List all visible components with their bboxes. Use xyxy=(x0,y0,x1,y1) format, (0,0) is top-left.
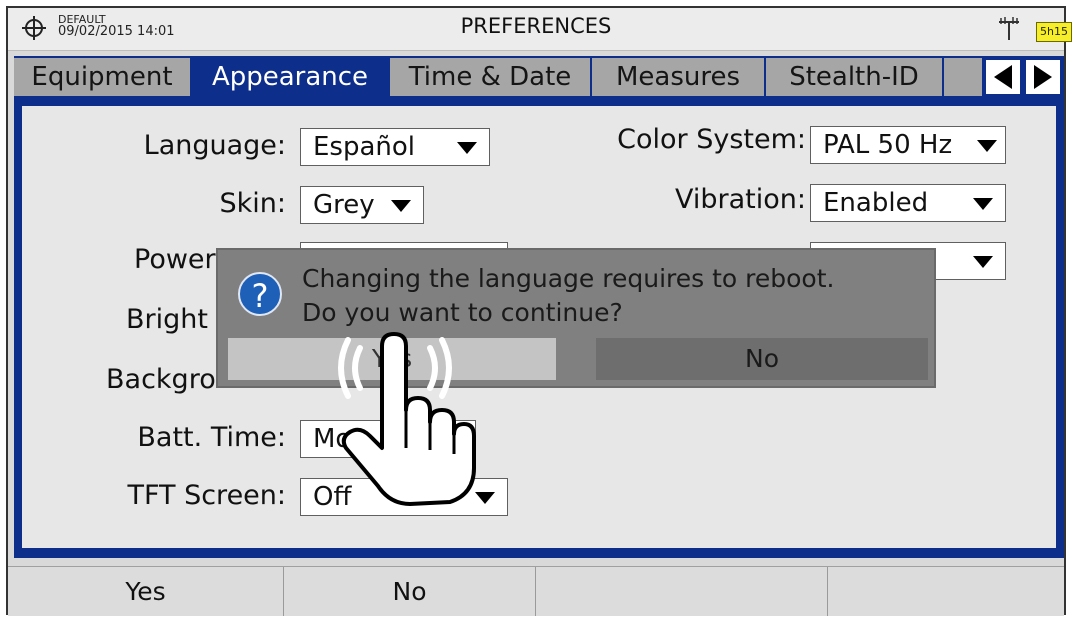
chevron-down-icon xyxy=(457,142,477,154)
page-title: PREFERENCES xyxy=(460,14,612,38)
chevron-down-icon xyxy=(977,140,997,152)
language-value: Español xyxy=(313,132,416,162)
language-label: Language: xyxy=(143,130,286,161)
color-system-select[interactable]: PAL 50 Hz xyxy=(810,126,1006,164)
battery-indicator: 5h15 xyxy=(1036,22,1072,42)
tab-spacer xyxy=(944,58,984,96)
tab-measures[interactable]: Measures xyxy=(592,58,766,96)
antenna-icon xyxy=(999,17,1019,40)
tab-stealth-id[interactable]: Stealth-ID xyxy=(766,58,944,96)
chevron-down-icon xyxy=(391,200,411,212)
brightness-label: Bright xyxy=(126,304,208,335)
tft-screen-label: TFT Screen: xyxy=(127,480,286,511)
chevron-down-icon xyxy=(973,198,993,210)
background-label: Backgro xyxy=(106,364,216,395)
tab-scroll-left-button[interactable] xyxy=(984,58,1022,96)
softkey-no[interactable]: No xyxy=(284,567,536,616)
color-system-label: Color System: xyxy=(617,124,806,155)
question-icon: ? xyxy=(238,272,282,316)
tab-time-date[interactable]: Time & Date xyxy=(390,58,592,96)
color-system-value: PAL 50 Hz xyxy=(823,130,953,160)
softkey-yes[interactable]: Yes xyxy=(8,567,284,616)
softkey-bar: Yes No xyxy=(8,566,1064,616)
vibration-select[interactable]: Enabled xyxy=(810,184,1006,222)
chevron-down-icon xyxy=(973,256,993,268)
skin-label: Skin: xyxy=(219,188,287,219)
language-select[interactable]: Español xyxy=(300,128,490,166)
vibration-label: Vibration: xyxy=(675,184,806,215)
touch-hand-icon xyxy=(338,332,476,506)
tab-equipment[interactable]: Equipment xyxy=(14,58,192,96)
skin-select[interactable]: Grey xyxy=(300,186,424,224)
softkey-4[interactable] xyxy=(828,567,1064,616)
dialog-no-button[interactable]: No xyxy=(596,338,928,380)
tab-bar: Equipment Appearance Time & Date Measure… xyxy=(14,56,1064,98)
softkey-3[interactable] xyxy=(536,567,828,616)
header-bar: DEFAULT 09/02/2015 14:01 PREFERENCES 5h1… xyxy=(8,8,1072,51)
power-off-label: Power xyxy=(134,244,216,275)
batt-time-label: Batt. Time: xyxy=(137,422,286,453)
dialog-message-line1: Changing the language requires to reboot… xyxy=(302,264,835,293)
arrow-right-icon xyxy=(1034,65,1052,89)
tab-appearance[interactable]: Appearance xyxy=(192,58,390,96)
tab-scroll-right-button[interactable] xyxy=(1024,58,1062,96)
arrow-left-icon xyxy=(994,65,1012,89)
skin-value: Grey xyxy=(313,190,375,220)
vibration-value: Enabled xyxy=(823,188,929,218)
